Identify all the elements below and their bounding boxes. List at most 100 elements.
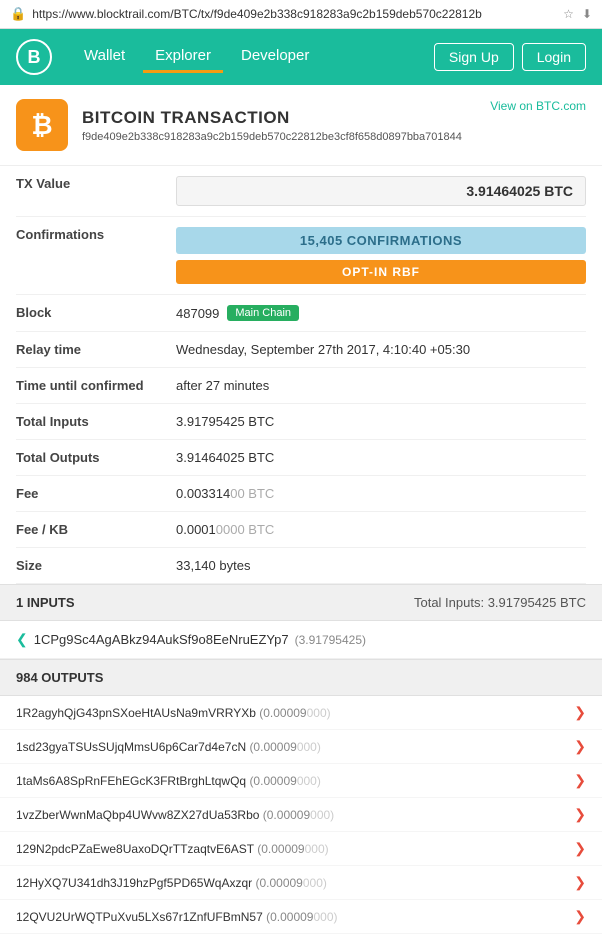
url-text: https://www.blocktrail.com/BTC/tx/f9de40… — [32, 7, 557, 21]
tx-value-display: 3.91464025 BTC — [176, 176, 586, 206]
output-item[interactable]: 1vzZberWwnMaQbp4UWvw8ZX27dUa53Rbo (0.000… — [0, 798, 602, 832]
chevron-right-icon: ❯ — [574, 874, 586, 891]
input-address: 1CPg9Sc4AgABkz94AukSf9o8EeNruEZYp7 — [34, 632, 289, 647]
block-label: Block — [16, 305, 176, 320]
inputs-total: Total Inputs: 3.91795425 BTC — [414, 595, 586, 610]
chevron-right-icon: ❯ — [574, 908, 586, 925]
fee-dim: 00 BTC — [230, 486, 274, 501]
chevron-right-icon: ❯ — [574, 704, 586, 721]
output-item[interactable]: 12HyXQ7U341dh3J19hzPgf5PD65WqAxzqr (0.00… — [0, 866, 602, 900]
main-content: ₿ BITCOIN TRANSACTION f9de409e2b338c9182… — [0, 85, 602, 934]
nav-links: Wallet Explorer Developer — [72, 41, 434, 73]
tx-title: BITCOIN TRANSACTION — [82, 108, 476, 128]
tx-value-label: TX Value — [16, 176, 176, 191]
url-bar: 🔒 https://www.blocktrail.com/BTC/tx/f9de… — [0, 0, 602, 29]
fee-kb-label: Fee / KB — [16, 522, 176, 537]
total-outputs-value: 3.91464025 BTC — [176, 450, 586, 465]
nav-wallet[interactable]: Wallet — [72, 41, 137, 73]
fee-value: 0.00331400 BTC — [176, 486, 586, 501]
size-row: Size 33,140 bytes — [16, 548, 586, 584]
output-item[interactable]: 12QVU2UrWQTPuXvu5LXs67r1ZnfUFBmN57 (0.00… — [0, 900, 602, 934]
inputs-list: ❮ 1CPg9Sc4AgABkz94AukSf9o8EeNruEZYp7 (3.… — [0, 621, 602, 659]
confirmations-value: 15,405 CONFIRMATIONS OPT-IN RBF — [176, 227, 586, 284]
size-value: 33,140 bytes — [176, 558, 586, 573]
block-value: 487099 Main Chain — [176, 305, 586, 321]
fee-label: Fee — [16, 486, 176, 501]
output-address: 1taMs6A8SpRnFEhEGcK3FRtBrghLtqwQq (0.000… — [16, 774, 574, 788]
inputs-title: 1 INPUTS — [16, 595, 75, 610]
login-button[interactable]: Login — [522, 43, 586, 71]
outputs-title: 984 OUTPUTS — [16, 670, 103, 685]
input-amount: (3.91795425) — [295, 633, 366, 647]
output-address: 12QVU2UrWQTPuXvu5LXs67r1ZnfUFBmN57 (0.00… — [16, 910, 574, 924]
nav-explorer[interactable]: Explorer — [143, 41, 223, 73]
output-amount: (0.00009000) — [263, 808, 334, 822]
chevron-right-icon: ❯ — [574, 738, 586, 755]
fee-main: 0.003314 — [176, 486, 230, 501]
nav-right: Sign Up Login — [434, 43, 586, 71]
total-outputs-row: Total Outputs 3.91464025 BTC — [16, 440, 586, 476]
bookmark-icon[interactable]: ☆ — [563, 7, 574, 21]
total-outputs-label: Total Outputs — [16, 450, 176, 465]
total-inputs-value: 3.91795425 BTC — [176, 414, 586, 429]
output-address: 1sd23gyaTSUsSUjqMmsU6p6Car7d4e7cN (0.000… — [16, 740, 574, 754]
chevron-left-icon: ❮ — [16, 631, 28, 648]
outputs-section-header: 984 OUTPUTS — [0, 659, 602, 696]
tx-details: TX Value 3.91464025 BTC Confirmations 15… — [0, 166, 602, 584]
output-amount: (0.00009000) — [249, 774, 320, 788]
confirmations-badge: 15,405 CONFIRMATIONS — [176, 227, 586, 254]
input-item[interactable]: ❮ 1CPg9Sc4AgABkz94AukSf9o8EeNruEZYp7 (3.… — [0, 621, 602, 659]
view-on-btc-link[interactable]: View on BTC.com — [490, 99, 586, 113]
relay-time-label: Relay time — [16, 342, 176, 357]
outputs-list: 1R2agyhQjG43pnSXoeHtAUsNa9mVRRYXb (0.000… — [0, 696, 602, 934]
tx-value-row: TX Value 3.91464025 BTC — [16, 166, 586, 217]
rbf-badge: OPT-IN RBF — [176, 260, 586, 284]
main-chain-badge: Main Chain — [227, 305, 299, 321]
output-amount: (0.00009000) — [259, 706, 330, 720]
time-confirmed-label: Time until confirmed — [16, 378, 176, 393]
signup-button[interactable]: Sign Up — [434, 43, 514, 71]
url-actions: ☆ ⬇ — [563, 7, 592, 21]
confirmations-label: Confirmations — [16, 227, 176, 242]
fee-row: Fee 0.00331400 BTC — [16, 476, 586, 512]
fee-kb-dim: 0000 BTC — [216, 522, 275, 537]
block-number: 487099 — [176, 306, 219, 321]
relay-time-value: Wednesday, September 27th 2017, 4:10:40 … — [176, 342, 586, 357]
tx-title-block: BITCOIN TRANSACTION f9de409e2b338c918283… — [82, 108, 476, 143]
tx-value-field: 3.91464025 BTC — [176, 176, 586, 206]
output-item[interactable]: 1sd23gyaTSUsSUjqMmsU6p6Car7d4e7cN (0.000… — [0, 730, 602, 764]
chevron-right-icon: ❯ — [574, 772, 586, 789]
output-item[interactable]: 1R2agyhQjG43pnSXoeHtAUsNa9mVRRYXb (0.000… — [0, 696, 602, 730]
fee-kb-main: 0.0001 — [176, 522, 216, 537]
output-address: 1R2agyhQjG43pnSXoeHtAUsNa9mVRRYXb (0.000… — [16, 706, 574, 720]
size-label: Size — [16, 558, 176, 573]
tx-header: ₿ BITCOIN TRANSACTION f9de409e2b338c9182… — [0, 85, 602, 166]
time-confirmed-row: Time until confirmed after 27 minutes — [16, 368, 586, 404]
output-item[interactable]: 1taMs6A8SpRnFEhEGcK3FRtBrghLtqwQq (0.000… — [0, 764, 602, 798]
confirmations-row: Confirmations 15,405 CONFIRMATIONS OPT-I… — [16, 217, 586, 295]
output-address: 12HyXQ7U341dh3J19hzPgf5PD65WqAxzqr (0.00… — [16, 876, 574, 890]
lock-icon: 🔒 — [10, 6, 26, 22]
nav-developer[interactable]: Developer — [229, 41, 321, 73]
output-amount: (0.00009000) — [249, 740, 320, 754]
output-address: 129N2pdcPZaEwe8UaxoDQrTTzaqtvE6AST (0.00… — [16, 842, 574, 856]
output-amount: (0.00009000) — [255, 876, 326, 890]
inputs-section-header: 1 INPUTS Total Inputs: 3.91795425 BTC — [0, 584, 602, 621]
total-inputs-row: Total Inputs 3.91795425 BTC — [16, 404, 586, 440]
nav-logo[interactable]: B — [16, 39, 52, 75]
total-inputs-label: Total Inputs — [16, 414, 176, 429]
download-icon[interactable]: ⬇ — [582, 7, 592, 21]
tx-hash: f9de409e2b338c918283a9c2b159deb570c22812… — [82, 131, 476, 143]
output-address: 1vzZberWwnMaQbp4UWvw8ZX27dUa53Rbo (0.000… — [16, 808, 574, 822]
chevron-right-icon: ❯ — [574, 806, 586, 823]
chevron-right-icon: ❯ — [574, 840, 586, 857]
relay-time-row: Relay time Wednesday, September 27th 201… — [16, 332, 586, 368]
output-item[interactable]: 129N2pdcPZaEwe8UaxoDQrTTzaqtvE6AST (0.00… — [0, 832, 602, 866]
time-confirmed-value: after 27 minutes — [176, 378, 586, 393]
navbar: B Wallet Explorer Developer Sign Up Logi… — [0, 29, 602, 85]
block-row: Block 487099 Main Chain — [16, 295, 586, 332]
fee-kb-value: 0.00010000 BTC — [176, 522, 586, 537]
output-amount: (0.00009000) — [266, 910, 337, 924]
fee-kb-row: Fee / KB 0.00010000 BTC — [16, 512, 586, 548]
output-amount: (0.00009000) — [257, 842, 328, 856]
